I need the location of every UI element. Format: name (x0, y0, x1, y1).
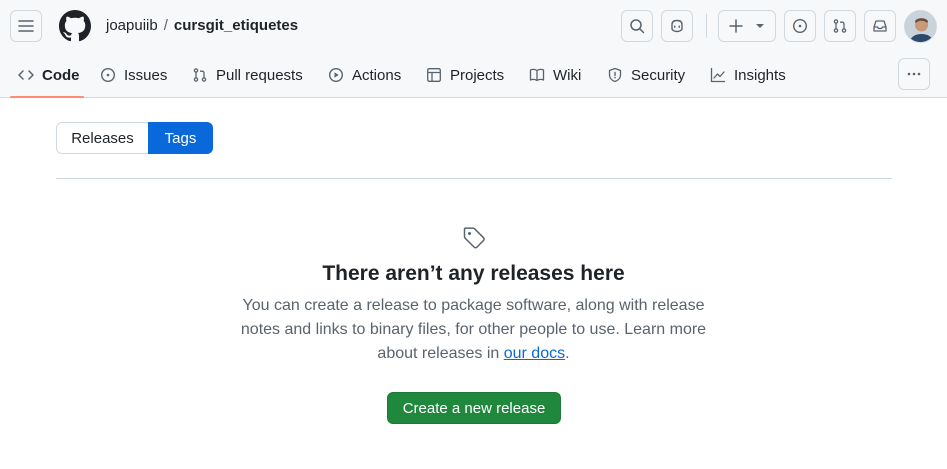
shield-icon (608, 67, 622, 83)
user-avatar[interactable] (904, 10, 937, 43)
hamburger-icon (18, 20, 34, 32)
blankslate-line-3-end: . (565, 345, 570, 362)
issue-opened-icon (792, 18, 808, 34)
inbox-icon (873, 20, 887, 32)
plus-icon (729, 19, 743, 33)
blankslate-description: You can create a release to package soft… (234, 294, 714, 366)
tab-pull-requests[interactable]: Pull requests (192, 52, 303, 98)
blankslate-line-1: You can create a release to package soft… (242, 297, 648, 314)
topbar: joapuiib / cursgit_etiquetes (0, 0, 947, 52)
tab-pull-requests-label: Pull requests (216, 66, 303, 84)
menu-button[interactable] (10, 10, 42, 42)
tab-insights-label: Insights (734, 66, 786, 84)
git-pull-request-icon (833, 19, 847, 33)
tab-actions[interactable]: Actions (328, 52, 401, 98)
code-icon (18, 70, 34, 80)
graph-icon (710, 67, 726, 83)
tab-security[interactable]: Security (607, 52, 685, 98)
tab-wiki[interactable]: Wiki (529, 52, 581, 98)
active-tab-indicator (10, 96, 84, 98)
pull-requests-button[interactable] (824, 10, 856, 42)
create-new-dropdown[interactable] (718, 10, 776, 42)
tab-issues-label: Issues (124, 66, 168, 84)
copilot-button[interactable] (661, 10, 693, 42)
inbox-button[interactable] (864, 10, 896, 42)
section-divider (56, 178, 892, 179)
tab-code[interactable]: Code (18, 52, 80, 98)
tab-actions-label: Actions (352, 66, 402, 84)
releases-tab-button[interactable]: Releases (56, 122, 148, 154)
search-button[interactable] (621, 10, 653, 42)
copilot-icon (671, 19, 683, 33)
github-logo-icon[interactable] (59, 10, 91, 42)
breadcrumb-owner[interactable]: joapuiib (106, 17, 158, 34)
blankslate-title: There aren’t any releases here (322, 262, 625, 285)
tab-issues[interactable]: Issues (100, 52, 167, 98)
issues-button[interactable] (784, 10, 816, 42)
git-pull-request-icon (193, 68, 207, 82)
repo-nav: Code Issues Pull requests Actions Projec… (0, 52, 947, 98)
tag-icon (463, 227, 485, 249)
tab-insights[interactable]: Insights (710, 52, 786, 98)
triangle-down-icon (756, 24, 764, 28)
breadcrumb: joapuiib / cursgit_etiquetes (106, 16, 298, 36)
avatar-image (905, 11, 936, 42)
tab-code-label: Code (42, 66, 80, 84)
tab-security-label: Security (631, 66, 686, 84)
play-icon (328, 67, 344, 83)
tags-tab-button[interactable]: Tags (148, 122, 213, 154)
tab-wiki-label: Wiki (553, 66, 582, 84)
breadcrumb-repo[interactable]: cursgit_etiquetes (174, 17, 298, 34)
our-docs-link[interactable]: our docs (504, 345, 565, 362)
search-icon (630, 19, 645, 34)
breadcrumb-separator: / (163, 17, 168, 34)
kebab-horizontal-icon (907, 72, 921, 76)
table-icon (427, 68, 441, 82)
header-divider (706, 14, 707, 38)
issue-opened-icon (100, 67, 116, 83)
releases-tags-switch: Releases Tags (56, 122, 213, 154)
global-header: joapuiib / cursgit_etiquetes Code Issues… (0, 0, 947, 98)
create-release-button[interactable]: Create a new release (387, 392, 561, 424)
book-icon (529, 68, 545, 82)
tab-projects[interactable]: Projects (426, 52, 504, 98)
more-tabs-button[interactable] (898, 58, 930, 90)
tab-projects-label: Projects (450, 66, 505, 84)
blankslate: There aren’t any releases here You can c… (0, 226, 947, 366)
